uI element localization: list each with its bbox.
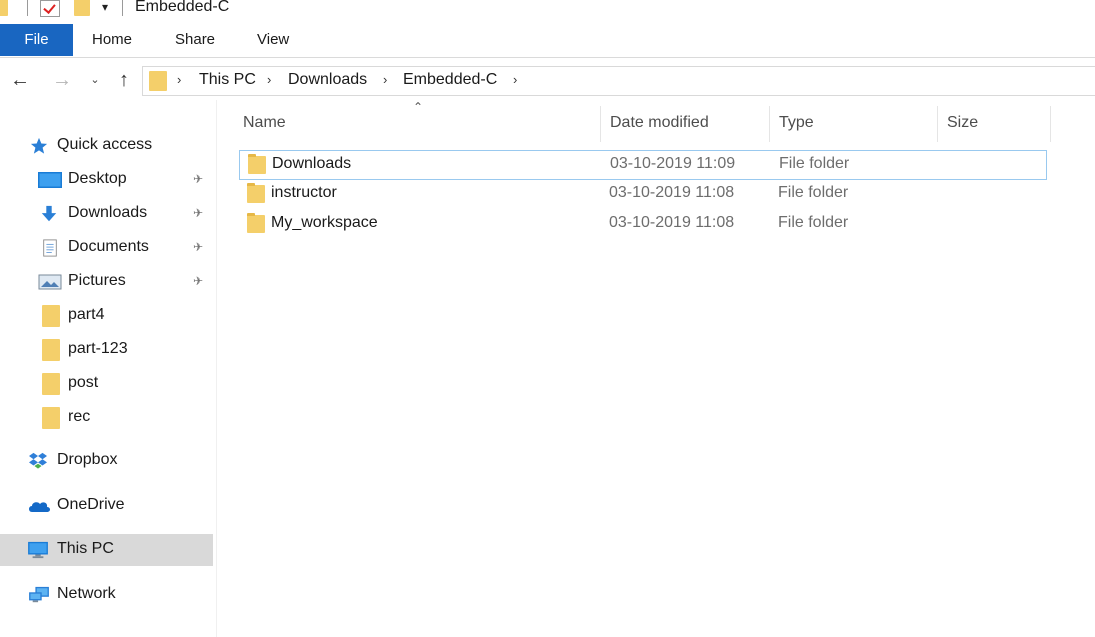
cell-date: 03-10-2019 11:09	[610, 155, 736, 172]
tab-view[interactable]: View	[257, 24, 289, 56]
cell-name: My_workspace	[271, 214, 378, 231]
folder-icon	[42, 339, 60, 361]
nav-label: Quick access	[57, 136, 153, 153]
network-icon	[29, 586, 49, 603]
back-button[interactable]: ←	[8, 68, 32, 92]
folder-icon	[42, 373, 60, 395]
folder-icon	[247, 183, 265, 203]
title-bar: ▾ Embedded-C	[0, 0, 1095, 20]
cell-date: 03-10-2019 11:08	[609, 214, 735, 231]
nav-item-dropbox[interactable]: Dropbox	[0, 445, 213, 477]
cell-date: 03-10-2019 11:08	[609, 184, 735, 201]
nav-item-this-pc[interactable]: This PC	[0, 534, 213, 566]
chevron-right-icon[interactable]: ›	[383, 72, 387, 87]
column-header-size[interactable]: Size	[947, 114, 978, 140]
ribbon-tabs: File Home Share View	[0, 24, 1095, 58]
cell-type: File folder	[779, 155, 850, 172]
nav-label: Desktop	[68, 170, 127, 187]
folder-icon	[42, 305, 60, 327]
pictures-icon	[38, 274, 62, 290]
nav-item-part-123[interactable]: part-123	[0, 334, 213, 366]
folder-icon[interactable]	[0, 0, 8, 16]
nav-item-pictures[interactable]: Pictures ✈	[0, 266, 213, 298]
tab-home[interactable]: Home	[92, 24, 132, 56]
toolbar-separator	[27, 0, 28, 16]
nav-item-network[interactable]: Network	[0, 579, 213, 611]
navigation-pane: Quick access Desktop ✈ Downloads ✈ Docum…	[0, 100, 217, 637]
window-title: Embedded-C	[135, 0, 230, 15]
nav-label: part4	[68, 306, 105, 323]
file-list: ⌃ Name Date modified Type Size Downloads…	[218, 100, 1095, 637]
download-icon	[41, 205, 57, 222]
nav-label: rec	[68, 408, 91, 425]
pin-icon[interactable]: ✈	[193, 240, 203, 254]
recent-locations-button[interactable]: ⌄	[86, 68, 104, 92]
column-divider[interactable]	[600, 106, 601, 142]
nav-label: Downloads	[68, 204, 148, 221]
computer-icon	[28, 541, 48, 559]
column-divider[interactable]	[769, 106, 770, 142]
nav-item-part4[interactable]: part4	[0, 300, 213, 332]
nav-item-documents[interactable]: Documents ✈	[0, 232, 213, 264]
chevron-right-icon[interactable]: ›	[267, 72, 271, 87]
breadcrumb-downloads[interactable]: Downloads	[288, 71, 367, 89]
nav-label: post	[68, 374, 99, 391]
cell-name: Downloads	[272, 155, 352, 172]
sort-ascending-icon: ⌃	[413, 100, 424, 114]
cell-name: instructor	[271, 184, 337, 201]
nav-label: Pictures	[68, 272, 126, 289]
toolbar-separator	[122, 0, 123, 16]
chevron-right-icon[interactable]: ›	[513, 72, 517, 87]
up-button[interactable]: ↑	[112, 68, 136, 92]
cell-type: File folder	[778, 184, 849, 201]
folder-icon	[149, 71, 167, 91]
cell-type: File folder	[778, 214, 849, 231]
nav-quick-access[interactable]: Quick access	[0, 130, 213, 162]
breadcrumb-embedded-c[interactable]: Embedded-C	[403, 71, 497, 89]
dropbox-icon	[29, 452, 47, 469]
nav-item-downloads[interactable]: Downloads ✈	[0, 198, 213, 230]
pin-icon[interactable]: ✈	[193, 206, 203, 220]
nav-item-desktop[interactable]: Desktop ✈	[0, 164, 213, 196]
table-row[interactable]: My_workspace 03-10-2019 11:08 File folde…	[239, 210, 1047, 240]
star-icon	[30, 137, 48, 154]
folder-icon	[42, 407, 60, 429]
nav-label: Documents	[68, 238, 149, 255]
onedrive-icon	[29, 502, 50, 512]
folder-icon	[247, 213, 265, 233]
nav-item-post[interactable]: post	[0, 368, 213, 400]
properties-icon[interactable]	[40, 0, 60, 17]
column-header-name[interactable]: Name	[243, 114, 286, 140]
navigation-bar: ← → ⌄ ↑ › This PC › Downloads › Embedded…	[0, 64, 1095, 98]
nav-label: Network	[57, 585, 116, 602]
folder-icon	[248, 154, 266, 174]
nav-label: part-123	[68, 340, 128, 357]
document-icon	[43, 239, 57, 257]
chevron-right-icon[interactable]: ›	[177, 72, 181, 87]
nav-label: Dropbox	[57, 451, 118, 468]
breadcrumb-this-pc[interactable]: This PC	[199, 71, 256, 89]
table-row[interactable]: Downloads 03-10-2019 11:09 File folder	[239, 150, 1047, 180]
desktop-icon	[38, 172, 62, 188]
address-bar[interactable]: › This PC › Downloads › Embedded-C ›	[142, 66, 1095, 96]
nav-item-onedrive[interactable]: OneDrive	[0, 490, 213, 522]
new-folder-icon[interactable]	[74, 0, 90, 16]
tab-file[interactable]: File	[0, 24, 73, 56]
table-row[interactable]: instructor 03-10-2019 11:08 File folder	[239, 180, 1047, 210]
pin-icon[interactable]: ✈	[193, 274, 203, 288]
column-divider[interactable]	[1050, 106, 1051, 142]
customize-quick-access-toolbar-button[interactable]: ▾	[102, 0, 108, 14]
tab-share[interactable]: Share	[175, 24, 215, 56]
forward-button[interactable]: →	[50, 68, 74, 92]
nav-label: This PC	[57, 540, 114, 557]
pin-icon[interactable]: ✈	[193, 172, 203, 186]
nav-label: OneDrive	[57, 496, 125, 513]
column-header-type[interactable]: Type	[779, 114, 814, 140]
column-header-date-modified[interactable]: Date modified	[610, 114, 709, 140]
nav-item-rec[interactable]: rec	[0, 402, 213, 434]
column-divider[interactable]	[937, 106, 938, 142]
